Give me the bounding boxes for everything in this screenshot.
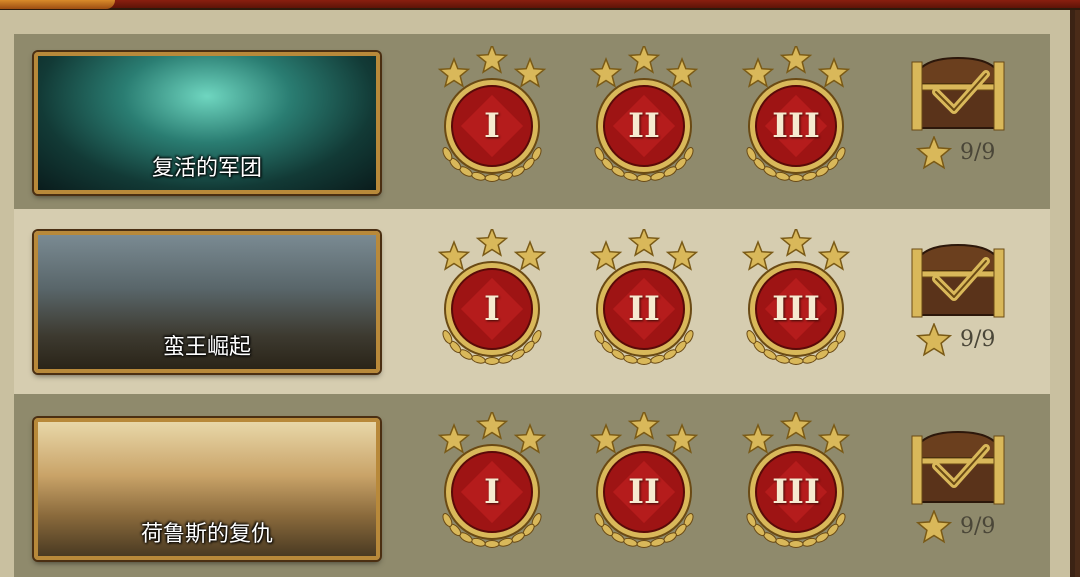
treasure-chest-checked-icon[interactable] — [906, 52, 1010, 134]
star-icon — [437, 422, 471, 454]
stage-medal-1[interactable]: I — [432, 412, 552, 562]
stage-medal-1[interactable]: I — [432, 46, 552, 196]
campaign-row: 复活的军团 I II III 9/9 — [14, 34, 1050, 209]
star-icon — [513, 422, 547, 454]
star-icon — [475, 46, 509, 74]
medal-numeral: III — [772, 472, 820, 512]
star-icon — [779, 46, 813, 74]
campaign-row: 蛮王崛起 I II III 9/9 — [14, 209, 1050, 394]
star-icon — [475, 412, 509, 440]
star-icon — [915, 510, 953, 544]
campaign-banner[interactable]: 荷鲁斯的复仇 — [34, 418, 380, 560]
star-icon — [513, 239, 547, 271]
star-icon — [817, 239, 851, 271]
campaign-banner[interactable]: 复活的军团 — [34, 52, 380, 194]
star-icon — [665, 239, 699, 271]
stage-medal-3[interactable]: III — [736, 412, 856, 562]
star-icon — [437, 239, 471, 271]
star-icon — [513, 56, 547, 88]
star-icon — [779, 229, 813, 257]
star-icon — [915, 323, 953, 357]
star-icon — [437, 56, 471, 88]
treasure-chest-checked-icon[interactable] — [906, 426, 1010, 508]
campaign-row: 荷鲁斯的复仇 I II III 9/9 — [14, 394, 1050, 577]
campaign-panel: 复活的军团 I II III 9/9 蛮王崛起 I II III 9/9 荷鲁斯… — [0, 10, 1075, 577]
star-icon — [589, 422, 623, 454]
chest-graphic — [911, 243, 1005, 318]
stage-medal-2[interactable]: II — [584, 412, 704, 562]
star-icon — [475, 229, 509, 257]
campaign-title: 荷鲁斯的复仇 — [140, 522, 273, 547]
star-icon — [589, 56, 623, 88]
treasure-chest-checked-icon[interactable] — [906, 239, 1010, 321]
campaign-title: 复活的军团 — [151, 156, 262, 181]
star-icon — [665, 422, 699, 454]
medal-numeral: III — [772, 289, 820, 329]
star-icon — [915, 136, 953, 170]
star-icon — [627, 229, 661, 257]
medal-numeral: I — [484, 472, 500, 512]
reward-progress: 9/9 — [914, 510, 1014, 544]
star-icon — [589, 239, 623, 271]
star-icon — [627, 46, 661, 74]
medal-numeral: II — [628, 106, 660, 146]
star-icon — [817, 56, 851, 88]
campaign-title: 蛮王崛起 — [162, 335, 251, 360]
stage-medal-3[interactable]: III — [736, 229, 856, 379]
chest-graphic — [911, 430, 1005, 505]
star-icon — [741, 422, 775, 454]
reward-progress: 9/9 — [914, 136, 1014, 170]
medal-numeral: III — [772, 106, 820, 146]
medal-numeral: II — [628, 289, 660, 329]
reward-progress: 9/9 — [914, 323, 1014, 357]
star-icon — [741, 239, 775, 271]
campaign-banner[interactable]: 蛮王崛起 — [34, 231, 380, 373]
progress-text: 9/9 — [960, 514, 996, 539]
medal-numeral: II — [628, 472, 660, 512]
star-icon — [779, 412, 813, 440]
stage-medal-1[interactable]: I — [432, 229, 552, 379]
star-icon — [817, 422, 851, 454]
stage-medal-2[interactable]: II — [584, 46, 704, 196]
chest-graphic — [911, 56, 1005, 131]
medal-numeral: I — [484, 106, 500, 146]
star-icon — [665, 56, 699, 88]
top-tab[interactable] — [0, 0, 115, 9]
star-icon — [627, 412, 661, 440]
progress-text: 9/9 — [960, 327, 996, 352]
top-banner — [0, 0, 1080, 10]
stage-medal-2[interactable]: II — [584, 229, 704, 379]
star-icon — [741, 56, 775, 88]
progress-text: 9/9 — [960, 140, 996, 165]
stage-medal-3[interactable]: III — [736, 46, 856, 196]
medal-numeral: I — [484, 289, 500, 329]
